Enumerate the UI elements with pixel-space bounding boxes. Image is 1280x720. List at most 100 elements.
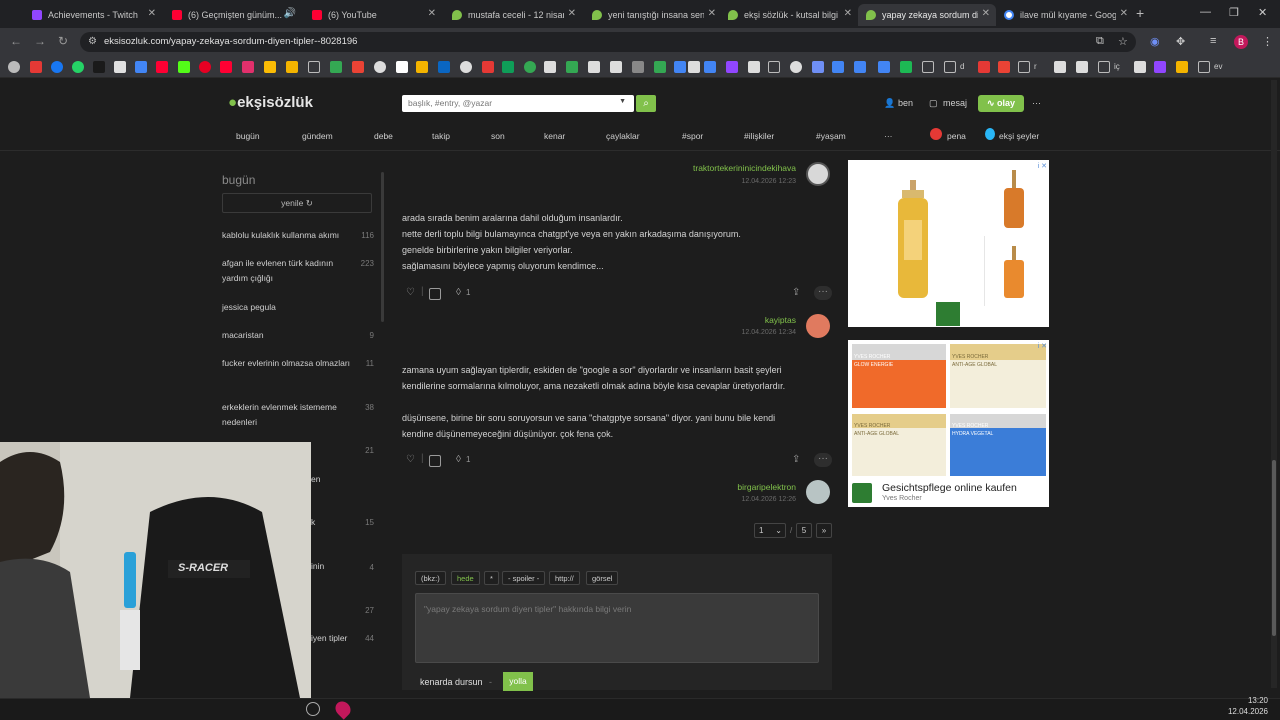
- close-tab-icon[interactable]: ✕: [1120, 8, 1128, 19]
- sidebar-topic[interactable]: inin: [311, 559, 351, 574]
- bookmark-icon[interactable]: [1076, 61, 1088, 73]
- close-tab-icon[interactable]: ✕: [844, 8, 852, 19]
- entry-menu-icon[interactable]: ···: [814, 286, 832, 300]
- bookmark-icon[interactable]: [790, 61, 802, 73]
- bookmark-icon[interactable]: [544, 61, 556, 73]
- youtube-icon[interactable]: [220, 61, 232, 73]
- sidebar-topic[interactable]: en: [311, 472, 351, 487]
- close-tab-icon[interactable]: ✕: [708, 8, 716, 19]
- nav-yasam[interactable]: #yaşam: [816, 131, 846, 141]
- author-avatar[interactable]: [806, 480, 830, 504]
- entry-textarea[interactable]: "yapay zekaya sordum diyen tipler" hakkı…: [415, 593, 819, 663]
- events-button[interactable]: ∿ olay: [978, 95, 1024, 112]
- bookmark-icon[interactable]: [482, 61, 494, 73]
- bookmark-icon[interactable]: [352, 61, 364, 73]
- bookmark-icon[interactable]: [610, 61, 622, 73]
- x-icon[interactable]: [93, 61, 105, 73]
- share-icon[interactable]: ⇪: [792, 454, 800, 465]
- bookmark-folder-ic[interactable]: iç: [1114, 62, 1120, 71]
- author-avatar[interactable]: [806, 314, 830, 338]
- search-button[interactable]: ⌕: [636, 95, 656, 112]
- entry-date[interactable]: 12.04.2026 12:23: [600, 178, 797, 185]
- maps-icon[interactable]: [524, 61, 536, 73]
- taskbar-app-icon[interactable]: [306, 702, 320, 716]
- hede-button[interactable]: hede: [451, 571, 480, 585]
- bookmark-icon[interactable]: [854, 61, 866, 73]
- bookmark-icon[interactable]: [566, 61, 578, 73]
- pena-link[interactable]: pena: [947, 131, 966, 141]
- close-tab-icon[interactable]: ✕: [428, 8, 436, 19]
- tab-twitch[interactable]: Achievements - Twitch ✕: [24, 4, 162, 26]
- bookmark-icon[interactable]: [416, 61, 428, 73]
- nav-debe[interactable]: debe: [374, 131, 393, 141]
- new-tab-button[interactable]: +: [1136, 5, 1144, 21]
- spoiler-button[interactable]: - spoiler -: [502, 571, 546, 585]
- sidebar-topic[interactable]: erkeklerin evlenmek istememe nedenleri: [222, 400, 352, 430]
- bookmark-icon[interactable]: [1154, 61, 1166, 73]
- bookmark-icon[interactable]: [1134, 61, 1146, 73]
- pinterest-icon[interactable]: [199, 61, 211, 73]
- folder-icon[interactable]: [1198, 61, 1210, 73]
- extension-icon[interactable]: ◉: [1150, 35, 1160, 48]
- bookmark-icon[interactable]: [8, 61, 20, 73]
- wikipedia-icon[interactable]: [396, 61, 408, 73]
- tab-youtube-history[interactable]: (6) Geçmişten günüm... 🔊: [164, 4, 302, 26]
- link-button[interactable]: http://: [549, 571, 580, 585]
- share-icon[interactable]: ⇪: [792, 287, 800, 298]
- ad-title[interactable]: Gesichtspflege online kaufen: [882, 482, 1017, 494]
- bookmark-icon[interactable]: [978, 61, 990, 73]
- instagram-icon[interactable]: [242, 61, 254, 73]
- refresh-button[interactable]: yenile ↻: [222, 193, 372, 213]
- author-avatar[interactable]: [806, 162, 830, 186]
- youtube-icon[interactable]: [156, 61, 168, 73]
- entry-date[interactable]: 12.04.2026 12:34: [600, 329, 797, 336]
- maximize-button[interactable]: ❐: [1229, 6, 1239, 19]
- ad-info-icon[interactable]: i ✕: [1038, 162, 1047, 170]
- nav-takip[interactable]: takip: [432, 131, 450, 141]
- sidebar-topic[interactable]: jessica pegula: [222, 300, 352, 315]
- nav-son[interactable]: son: [491, 131, 505, 141]
- bookmark-icon[interactable]: [900, 61, 912, 73]
- bookmark-folder-r[interactable]: r: [1034, 62, 1037, 71]
- bookmark-icon[interactable]: [748, 61, 760, 73]
- next-page-button[interactable]: »: [816, 523, 832, 538]
- page-scrollbar[interactable]: [1271, 80, 1277, 688]
- image-button[interactable]: görsel: [586, 571, 619, 585]
- page-select[interactable]: 1 ⌄: [754, 523, 786, 538]
- drop-icon[interactable]: ◊: [456, 287, 461, 298]
- asterisk-button[interactable]: *: [484, 571, 499, 585]
- bookmark-icon[interactable]: [688, 61, 700, 73]
- whatsapp-icon[interactable]: [72, 61, 84, 73]
- heart-icon[interactable]: ♡: [406, 287, 415, 298]
- bookmark-icon[interactable]: [460, 61, 472, 73]
- bookmark-icon[interactable]: [654, 61, 666, 73]
- folder-icon[interactable]: [308, 61, 320, 73]
- nav-spor[interactable]: #spor: [682, 131, 703, 141]
- back-icon[interactable]: ←: [10, 34, 22, 48]
- facebook-icon[interactable]: [51, 61, 63, 73]
- more-menu-icon[interactable]: ···: [1032, 98, 1041, 108]
- entry-author[interactable]: kayiptas: [600, 315, 796, 325]
- sidebar-topic[interactable]: macaristan: [222, 328, 352, 343]
- speaker-icon[interactable]: 🔊: [284, 8, 296, 19]
- bookmark-icon[interactable]: [264, 61, 276, 73]
- sidebar-scrollbar[interactable]: [381, 172, 384, 322]
- address-bar[interactable]: ⚙ eksisozluk.com/yapay-zekaya-sordum-diy…: [80, 32, 1136, 52]
- nav-bugun[interactable]: bugün: [236, 131, 260, 141]
- close-tab-icon[interactable]: ✕: [148, 8, 156, 19]
- twitch-icon[interactable]: [726, 61, 738, 73]
- sidebar-topic[interactable]: k: [311, 515, 351, 530]
- bookmark-icon[interactable]: [135, 61, 147, 73]
- save-draft-button[interactable]: kenarda dursun: [420, 677, 483, 687]
- tab-youtube[interactable]: (6) YouTube ✕: [304, 4, 442, 26]
- bookmark-icon[interactable]: [30, 61, 42, 73]
- messages-link[interactable]: mesaj: [943, 98, 967, 108]
- sidebar-topic[interactable]: kablolu kulaklık kullanma akımı: [222, 228, 352, 243]
- dislike-icon[interactable]: [429, 288, 441, 300]
- profile-link[interactable]: ben: [898, 98, 913, 108]
- folder-icon[interactable]: [768, 61, 780, 73]
- scrollbar-thumb[interactable]: [1272, 460, 1276, 636]
- browser-menu-icon[interactable]: ⋮: [1262, 35, 1273, 48]
- bookmark-icon[interactable]: [998, 61, 1010, 73]
- entry-menu-icon[interactable]: ···: [814, 453, 832, 467]
